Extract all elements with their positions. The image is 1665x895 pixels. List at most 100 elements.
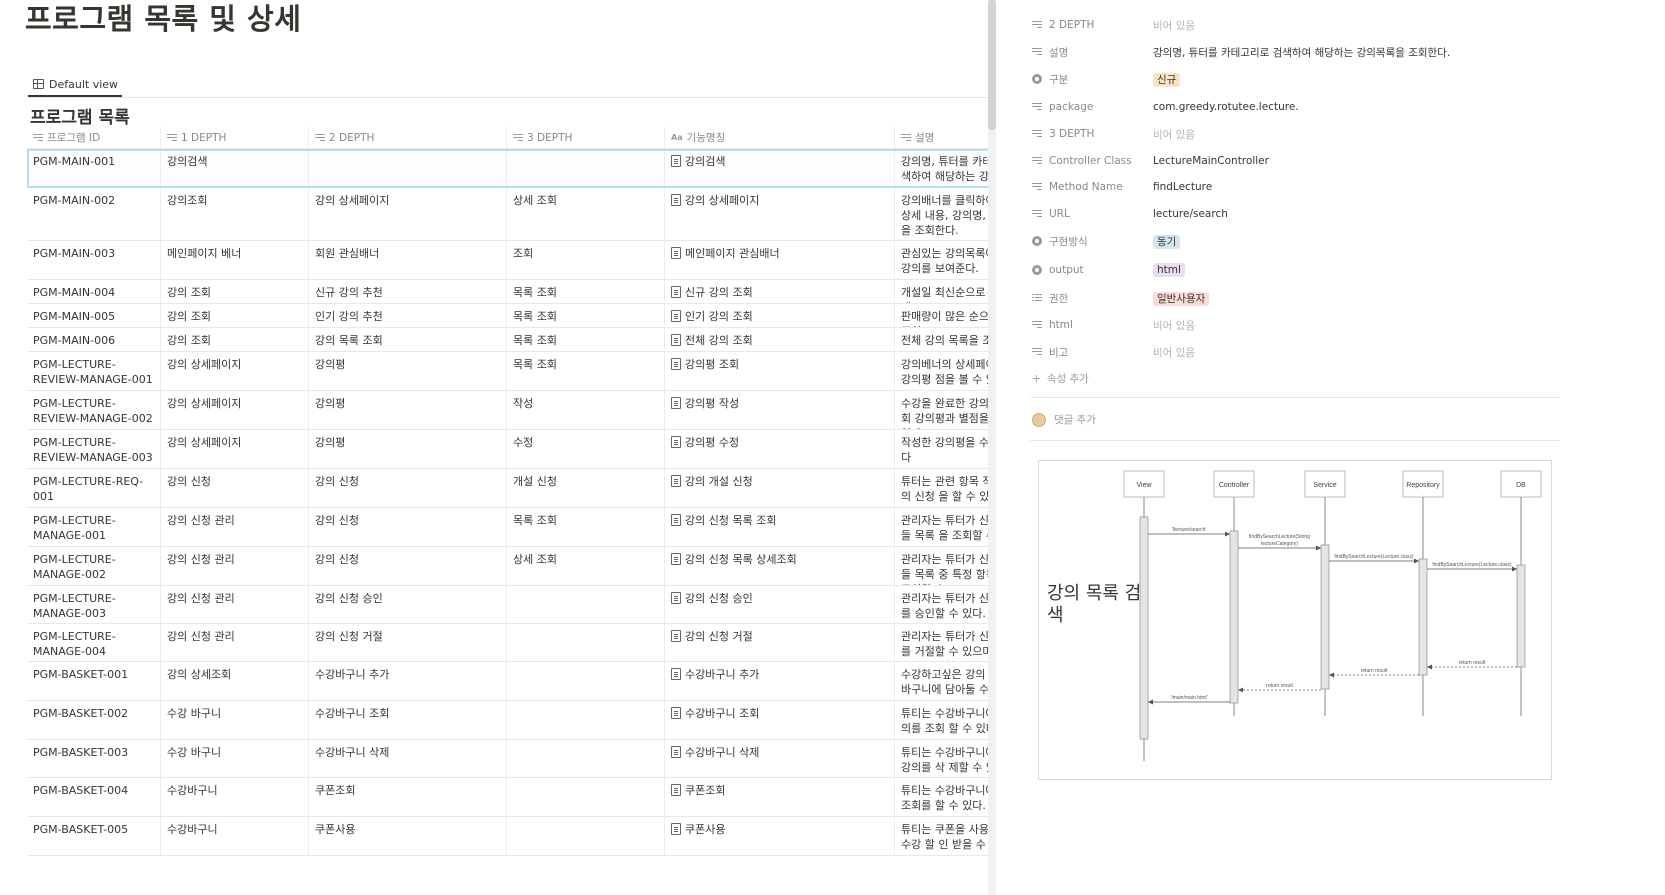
table-cell: 강의조회 bbox=[160, 188, 308, 240]
property-value[interactable]: findLecture bbox=[1153, 181, 1212, 193]
table-row[interactable]: PGM-LECTURE-MANAGE-001 강의 신청 관리 강의 신청 목록 조회… bbox=[27, 508, 1044, 547]
table-row[interactable]: PGM-LECTURE-MANAGE-002 강의 신청 관리 강의 신청 상세 조회… bbox=[27, 547, 1044, 586]
property-name[interactable]: Method Name bbox=[1032, 181, 1153, 193]
property-row[interactable]: Method Name findLecture bbox=[1032, 178, 1212, 196]
table-row[interactable]: PGM-MAIN-001강의검색강의검색강의명, 튜터를 카테고리로 검색하여 … bbox=[27, 149, 1044, 188]
activation-bar bbox=[1139, 516, 1149, 740]
add-property-button[interactable]: + 속성 추가 bbox=[1032, 371, 1089, 386]
property-value[interactable]: 일반사용자 bbox=[1153, 291, 1210, 306]
table-row[interactable]: PGM-MAIN-003 메인페이지 베너 회원 관심배너 조회 메인페이지 관심배너 관… bbox=[27, 241, 1044, 280]
property-name[interactable]: package bbox=[1032, 101, 1153, 113]
column-header[interactable]: 3 DEPTH bbox=[506, 127, 664, 148]
table-row[interactable]: PGM-LECTURE-REVIEW-MANAGE-002 강의 상세페이지 강의평… bbox=[27, 391, 1044, 430]
property-value[interactable]: 신규 bbox=[1153, 72, 1181, 87]
tab-default-view[interactable]: Default view bbox=[28, 73, 123, 97]
text-property-icon bbox=[1032, 103, 1042, 111]
property-value[interactable]: 비어 있음 bbox=[1153, 127, 1195, 142]
property-row[interactable]: output html bbox=[1032, 261, 1185, 279]
property-value[interactable]: lecture/search bbox=[1153, 208, 1228, 220]
table-row[interactable]: PGM-BASKET-001 강의 상세조회 수강바구니 추가 수강바구니 추가 수강하… bbox=[27, 662, 1044, 701]
row-title-link[interactable]: 인기 강의 조회 bbox=[685, 309, 753, 327]
property-name[interactable]: URL bbox=[1032, 208, 1153, 220]
property-name[interactable]: 구현방식 bbox=[1032, 234, 1153, 249]
row-title-link[interactable]: 강의 신청 거절 bbox=[685, 629, 753, 661]
property-name[interactable]: 비고 bbox=[1032, 345, 1153, 360]
table-row[interactable]: PGM-LECTURE-REVIEW-MANAGE-001 강의 상세페이지 강의평… bbox=[27, 352, 1044, 391]
column-header[interactable]: 1 DEPTH bbox=[160, 127, 308, 148]
property-value[interactable]: 비어 있음 bbox=[1153, 345, 1195, 360]
property-value[interactable]: 비어 있음 bbox=[1153, 318, 1195, 333]
text-property-icon bbox=[1032, 48, 1042, 56]
property-value[interactable]: html bbox=[1153, 263, 1185, 277]
row-title-link[interactable]: 쿠폰사용 bbox=[685, 822, 725, 855]
table-cell: 수강바구니 bbox=[160, 778, 308, 816]
property-name[interactable]: output bbox=[1032, 264, 1153, 276]
row-title-link[interactable]: 강의 신청 목록 상세조회 bbox=[685, 552, 797, 585]
table-row[interactable]: PGM-MAIN-004 강의 조회 신규 강의 추천 목록 조회 신규 강의 조회 개설… bbox=[27, 280, 1044, 304]
message-label: findBySearchLecture(Lecture.class) bbox=[1334, 554, 1414, 560]
table-row[interactable]: PGM-BASKET-003 수강 바구니 수강바구니 삭제 수강바구니 삭제 튜티는 … bbox=[27, 740, 1044, 778]
property-row[interactable]: URL lecture/search bbox=[1032, 205, 1228, 223]
property-name[interactable]: 설명 bbox=[1032, 45, 1153, 60]
table-row[interactable]: PGM-LECTURE-REVIEW-MANAGE-003 강의 상세페이지 강의평… bbox=[27, 430, 1044, 469]
row-title-link[interactable]: 강의평 작성 bbox=[685, 396, 739, 429]
row-title-link[interactable]: 메인페이지 관심배너 bbox=[685, 246, 780, 279]
row-title-link[interactable]: 강의평 조회 bbox=[685, 357, 739, 390]
row-title-link[interactable]: 쿠폰조회 bbox=[685, 783, 725, 816]
table-row[interactable]: PGM-MAIN-002 강의조회 강의 상세페이지 상세 조회 강의 상세페이지 강의배… bbox=[27, 188, 1044, 241]
column-header[interactable]: Aa 기능명칭 bbox=[664, 127, 894, 148]
row-title-link[interactable]: 강의 개설 신청 bbox=[685, 474, 753, 507]
property-row[interactable]: 3 DEPTH 비어 있음 bbox=[1032, 125, 1195, 143]
property-value[interactable]: 동기 bbox=[1153, 234, 1181, 249]
scrollbar-track[interactable] bbox=[988, 0, 996, 895]
table-cell: 강의 개설 신청 bbox=[664, 469, 894, 507]
scrollbar-thumb[interactable] bbox=[988, 0, 996, 130]
table-cell: 쿠폰조회 bbox=[308, 778, 506, 816]
table-row[interactable]: PGM-LECTURE-MANAGE-003 강의 신청 관리 강의 신청 승인 강의… bbox=[27, 586, 1044, 624]
property-row[interactable]: 권한 일반사용자 bbox=[1032, 289, 1210, 307]
property-name[interactable]: 구분 bbox=[1032, 72, 1153, 87]
table-row[interactable]: PGM-BASKET-005 수강바구니 쿠폰사용 쿠폰사용 튜티는 쿠폰을 사용하여 … bbox=[27, 817, 1044, 856]
table-row[interactable]: PGM-BASKET-004 수강바구니 쿠폰조회 쿠폰조회 튜티는 수강바구니에서 쿠… bbox=[27, 778, 1044, 817]
property-name[interactable]: 2 DEPTH bbox=[1032, 19, 1153, 31]
row-title-link[interactable]: 전체 강의 조회 bbox=[685, 333, 753, 351]
message-label: lectureCategory) bbox=[1261, 541, 1298, 547]
table-row[interactable]: PGM-MAIN-006 강의 조회 강의 목록 조회 목록 조회 전체 강의 조회 전체… bbox=[27, 328, 1044, 352]
row-title-link[interactable]: 수강바구니 삭제 bbox=[685, 745, 759, 777]
table-row[interactable]: PGM-MAIN-005 강의 조회 인기 강의 추천 목록 조회 인기 강의 조회 판매… bbox=[27, 304, 1044, 328]
property-row[interactable]: 설명 강의명, 튜터를 카테고리로 검색하여 해당하는 강의목록을 조회한다. bbox=[1032, 43, 1450, 61]
property-row[interactable]: package com.greedy.rotutee.lecture. bbox=[1032, 98, 1299, 116]
table-row[interactable]: PGM-LECTURE-MANAGE-004 강의 신청 관리 강의 신청 거절 강의… bbox=[27, 624, 1044, 662]
row-title-link[interactable]: 강의 신청 목록 조회 bbox=[685, 513, 776, 546]
table-row[interactable]: PGM-LECTURE-REQ-001 강의 신청 강의 신청 개설 신청 강의 개설 … bbox=[27, 469, 1044, 508]
table-cell: 수강 바구니 bbox=[160, 701, 308, 739]
table-row[interactable]: PGM-BASKET-002 수강 바구니 수강바구니 조회 수강바구니 조회 튜티는 … bbox=[27, 701, 1044, 740]
program-table: 프로그램 ID 1 DEPTH 2 DEPTH 3 DEPTH Aa 기능명칭 설명 PGM-… bbox=[27, 127, 1044, 856]
property-row[interactable]: html 비어 있음 bbox=[1032, 316, 1195, 334]
property-value[interactable]: 비어 있음 bbox=[1153, 18, 1195, 33]
row-title-link[interactable]: 강의 신청 승인 bbox=[685, 591, 753, 623]
row-title-link[interactable]: 강의 상세페이지 bbox=[685, 193, 759, 240]
row-title-link[interactable]: 신규 강의 조회 bbox=[685, 285, 753, 303]
table-cell: PGM-MAIN-006 bbox=[33, 334, 116, 347]
property-name[interactable]: Controller Class bbox=[1032, 155, 1153, 167]
property-name[interactable]: html bbox=[1032, 319, 1153, 331]
property-value[interactable]: LectureMainController bbox=[1153, 155, 1269, 167]
property-row[interactable]: 구분 신규 bbox=[1032, 70, 1181, 88]
property-value[interactable]: com.greedy.rotutee.lecture. bbox=[1153, 101, 1299, 113]
property-row[interactable]: Controller Class LectureMainController bbox=[1032, 152, 1269, 170]
column-header[interactable]: 2 DEPTH bbox=[308, 127, 506, 148]
property-value[interactable]: 강의명, 튜터를 카테고리로 검색하여 해당하는 강의목록을 조회한다. bbox=[1153, 45, 1450, 60]
row-title-link[interactable]: 수강바구니 조회 bbox=[685, 706, 759, 739]
table-cell: 강의 조회 bbox=[160, 304, 308, 327]
property-row[interactable]: 비고 비어 있음 bbox=[1032, 343, 1195, 361]
property-name[interactable]: 권한 bbox=[1032, 291, 1153, 306]
property-row[interactable]: 구현방식 동기 bbox=[1032, 232, 1181, 250]
property-row[interactable]: 2 DEPTH 비어 있음 bbox=[1032, 16, 1195, 34]
row-title-link[interactable]: 수강바구니 추가 bbox=[685, 667, 759, 700]
column-header[interactable]: 프로그램 ID bbox=[27, 127, 160, 148]
row-title-link[interactable]: 강의검색 bbox=[685, 154, 725, 187]
row-title-link[interactable]: 강의평 수정 bbox=[685, 435, 739, 468]
add-comment-button[interactable]: 댓글 추가 bbox=[1032, 412, 1096, 427]
property-name[interactable]: 3 DEPTH bbox=[1032, 128, 1153, 140]
